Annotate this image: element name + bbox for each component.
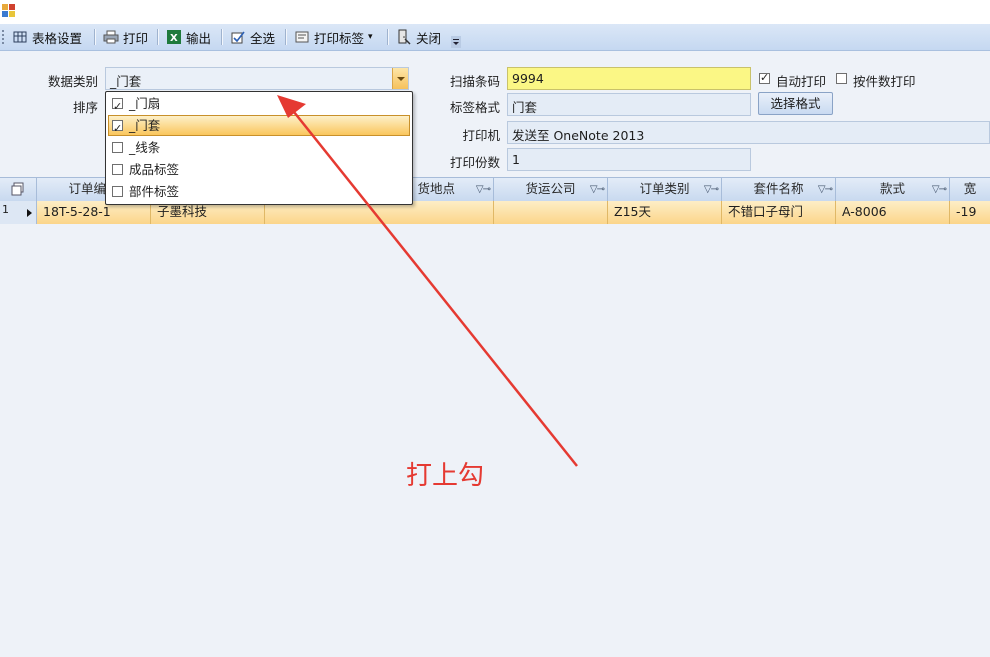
annotation-text: 打上勾 [406, 461, 485, 491]
annotation-arrow [277, 95, 578, 467]
